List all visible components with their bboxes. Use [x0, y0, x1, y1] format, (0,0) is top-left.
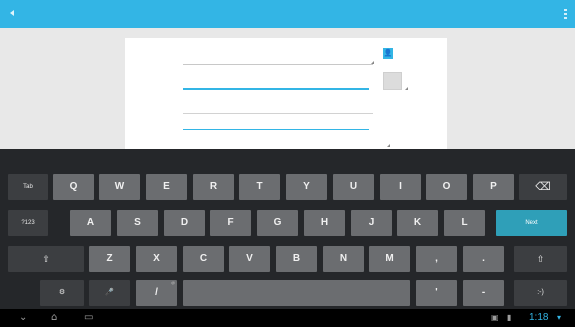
key-comma[interactable]: ,	[416, 246, 457, 272]
contact-picker-icon[interactable]: 👤	[383, 48, 393, 59]
key-b[interactable]: B	[276, 246, 317, 272]
repeat-select-corner	[387, 144, 390, 147]
guests-input-underline[interactable]	[183, 64, 373, 65]
key-slash-label: /	[155, 287, 158, 298]
key-i[interactable]: I	[380, 174, 421, 200]
key-r[interactable]: R	[193, 174, 234, 200]
location-underline	[183, 113, 373, 114]
settings-key[interactable]: ⚙	[40, 280, 84, 306]
key-k[interactable]: K	[397, 210, 438, 236]
key-h[interactable]: H	[304, 210, 345, 236]
emoji-key[interactable]: :-)	[514, 280, 567, 306]
key-c[interactable]: C	[183, 246, 224, 272]
home-icon[interactable]: ⌂	[51, 312, 57, 324]
shift-key-left[interactable]: ⇧	[8, 246, 84, 272]
back-button[interactable]	[10, 9, 32, 18]
key-q[interactable]: Q	[53, 174, 94, 200]
voice-input-key[interactable]: 🎤	[89, 280, 130, 306]
key-j[interactable]: J	[351, 210, 392, 236]
key-period[interactable]: .	[463, 246, 504, 272]
action-bar	[0, 0, 575, 28]
swatch-corner	[405, 87, 408, 90]
key-w[interactable]: W	[99, 174, 140, 200]
recent-apps-icon[interactable]: ▭	[84, 312, 93, 324]
key-m[interactable]: M	[369, 246, 410, 272]
status-clock: 1:18	[529, 312, 549, 323]
key-slash[interactable]: / @	[136, 280, 177, 306]
key-o[interactable]: O	[426, 174, 467, 200]
backspace-key[interactable]: ⌫	[519, 174, 567, 200]
key-apostrophe[interactable]: '	[416, 280, 457, 306]
key-dash[interactable]: -	[463, 280, 504, 306]
hide-keyboard-icon[interactable]: ⌄	[19, 312, 27, 324]
key-z[interactable]: Z	[89, 246, 130, 272]
screenshot-icon: ▣	[491, 313, 499, 322]
key-symbols[interactable]: ?123	[8, 210, 48, 236]
wifi-icon: ▾	[557, 313, 562, 322]
notification-icon: ▮	[507, 313, 512, 322]
spacebar[interactable]	[183, 280, 410, 306]
next-key[interactable]: Next	[496, 210, 567, 236]
key-x[interactable]: X	[136, 246, 177, 272]
key-t[interactable]: T	[239, 174, 280, 200]
guests-field-corner	[371, 61, 374, 64]
key-u[interactable]: U	[333, 174, 374, 200]
key-e[interactable]: E	[146, 174, 187, 200]
color-swatch[interactable]	[383, 72, 402, 90]
description-underline	[183, 129, 369, 130]
key-g[interactable]: G	[257, 210, 298, 236]
key-p[interactable]: P	[473, 174, 514, 200]
form-area: 👤	[0, 28, 575, 149]
event-form-card: 👤	[125, 38, 447, 149]
key-f[interactable]: F	[210, 210, 251, 236]
key-d[interactable]: D	[164, 210, 205, 236]
key-l[interactable]: L	[444, 210, 485, 236]
key-a[interactable]: A	[70, 210, 111, 236]
key-n[interactable]: N	[323, 246, 364, 272]
shift-key-right[interactable]: ⇧	[514, 246, 567, 272]
system-navigation-bar: ⌄ ⌂ ▭ ▣ ▮ 1:18 ▾	[0, 309, 575, 327]
key-s[interactable]: S	[117, 210, 158, 236]
key-slash-alt: @	[171, 280, 175, 285]
key-y[interactable]: Y	[286, 174, 327, 200]
overflow-menu-icon[interactable]	[564, 9, 567, 19]
soft-keyboard: Tab Q W E R T Y U I O P ⌫ ?123 A S D F G…	[0, 149, 575, 309]
title-input-underline[interactable]	[183, 88, 369, 90]
back-icon	[10, 9, 14, 16]
key-v[interactable]: V	[229, 246, 270, 272]
key-tab[interactable]: Tab	[8, 174, 48, 200]
